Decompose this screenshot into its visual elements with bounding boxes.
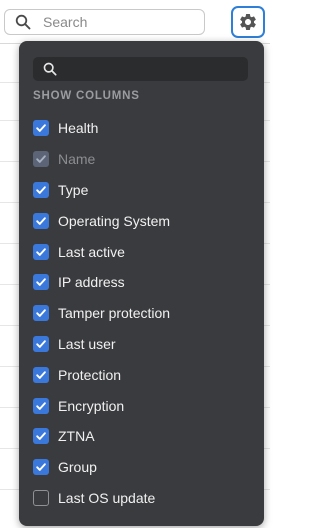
check-icon (36, 217, 46, 225)
column-option[interactable]: Last OS update (33, 483, 253, 514)
search-input[interactable] (41, 13, 195, 31)
column-list: Health Name Type Operating System Last activ… (33, 113, 253, 513)
column-label: Health (58, 120, 99, 137)
gear-icon (240, 13, 256, 30)
column-label: Last user (58, 335, 116, 352)
column-search-input[interactable] (65, 60, 239, 78)
column-checkbox (33, 151, 49, 168)
column-checkbox[interactable] (33, 335, 49, 352)
column-option[interactable]: Health (33, 113, 253, 144)
column-option[interactable]: Group (33, 452, 253, 483)
column-option[interactable]: Type (33, 175, 253, 206)
check-icon (36, 432, 46, 441)
check-icon (36, 463, 46, 472)
column-option[interactable]: Last active (33, 236, 253, 267)
search-icon (13, 12, 33, 32)
check-icon (36, 278, 46, 287)
column-label: Tamper protection (58, 305, 171, 322)
column-checkbox[interactable] (33, 428, 49, 445)
search-icon (41, 60, 59, 78)
column-option: Name (33, 144, 253, 175)
column-label: Operating System (58, 212, 171, 229)
column-checkbox[interactable] (33, 459, 49, 476)
column-checkbox[interactable] (33, 181, 49, 198)
column-label: Group (58, 459, 97, 476)
column-checkbox[interactable] (33, 397, 49, 414)
column-settings-button[interactable] (231, 6, 265, 38)
column-label: Last OS update (58, 489, 156, 506)
column-option[interactable]: Operating System (33, 205, 253, 236)
column-checkbox[interactable] (33, 120, 49, 137)
column-option[interactable]: ZTNA (33, 421, 253, 452)
column-label: IP address (58, 274, 125, 291)
column-option[interactable]: IP address (33, 267, 253, 298)
column-label: Protection (58, 366, 122, 383)
section-label: SHOW COLUMNS (33, 90, 140, 102)
page: SHOW COLUMNS Health Name Type Operating Sys… (0, 0, 270, 528)
column-picker-popup: SHOW COLUMNS Health Name Type Operating Sys… (19, 41, 264, 526)
column-checkbox[interactable] (33, 305, 49, 322)
column-label: ZTNA (58, 428, 95, 445)
column-label: Name (58, 151, 96, 168)
column-checkbox[interactable] (33, 243, 49, 260)
check-icon (36, 401, 46, 410)
check-icon (36, 371, 46, 379)
check-icon (36, 155, 46, 164)
column-checkbox[interactable] (33, 274, 49, 291)
check-icon (36, 340, 46, 348)
column-option[interactable]: Encryption (33, 390, 253, 421)
column-label: Type (58, 181, 89, 198)
check-icon (36, 124, 46, 133)
check-icon (36, 247, 46, 256)
check-icon (36, 309, 46, 318)
column-label: Encryption (58, 397, 125, 414)
column-label: Last active (58, 243, 125, 260)
search-box[interactable] (4, 9, 205, 35)
column-checkbox[interactable] (33, 489, 49, 506)
column-option[interactable]: Tamper protection (33, 298, 253, 329)
column-search-box[interactable] (33, 57, 248, 81)
check-icon (36, 186, 46, 194)
column-checkbox[interactable] (33, 366, 49, 383)
column-checkbox[interactable] (33, 212, 49, 229)
column-option[interactable]: Last user (33, 329, 253, 360)
column-option[interactable]: Protection (33, 359, 253, 390)
